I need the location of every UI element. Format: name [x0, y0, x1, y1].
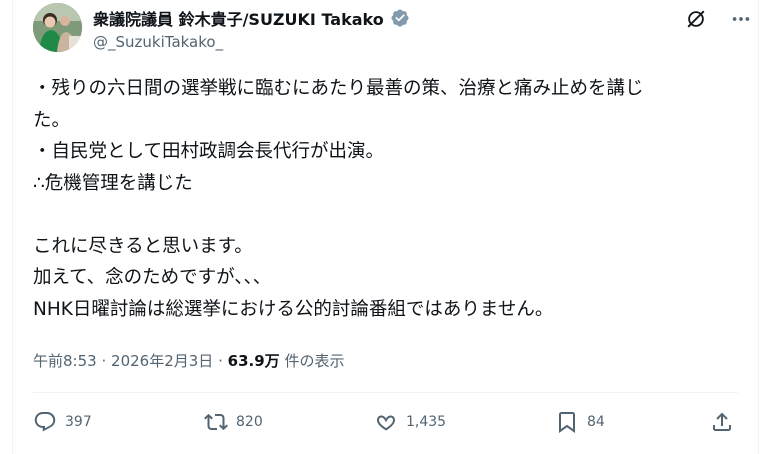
- reply-button[interactable]: 397: [33, 410, 92, 434]
- repost-button[interactable]: 820: [204, 410, 263, 434]
- repost-count: 820: [236, 414, 263, 430]
- post-line: 加えて、念のためですが、、、: [33, 267, 272, 288]
- verified-badge-icon: [391, 9, 409, 27]
- like-count: 1,435: [406, 414, 447, 430]
- meta-separator: ·: [101, 352, 107, 370]
- heart-icon: [377, 415, 395, 431]
- avatar[interactable]: [33, 3, 82, 52]
- repost-icon: [204, 413, 228, 431]
- reply-count: 397: [65, 414, 92, 430]
- post-line: ・自民党として田村政調会長代行が出演。: [33, 141, 384, 162]
- more-button[interactable]: [730, 8, 752, 30]
- share-button[interactable]: [710, 410, 734, 434]
- share-icon: [713, 412, 731, 431]
- post-line: ∴危機管理を講じた: [33, 172, 193, 194]
- author-display-name[interactable]: 衆議院議員 鈴木貴子/SUZUKI Takako: [93, 6, 384, 30]
- divider: [33, 392, 738, 393]
- author-handle[interactable]: @_SuzukiTakako_: [93, 33, 223, 51]
- reply-icon: [34, 412, 56, 432]
- author-name-row[interactable]: 衆議院議員 鈴木貴子/SUZUKI Takako: [93, 6, 410, 30]
- grok-icon: [687, 10, 705, 28]
- bookmark-count: 84: [587, 414, 605, 430]
- post-line: [33, 199, 748, 231]
- meta-separator: ·: [218, 352, 223, 370]
- views-count: 63.9万: [227, 352, 280, 370]
- post-line: ・残りの六日間の選挙戦に臨むにあたり最善の策、治療と痛み止めを講じ: [33, 78, 644, 99]
- grok-button[interactable]: [685, 8, 707, 30]
- like-button[interactable]: 1,435: [374, 410, 446, 434]
- avatar-photo: [33, 3, 82, 52]
- post-line: た。: [33, 109, 71, 131]
- tweet-card: 衆議院議員 鈴木貴子/SUZUKI Takako @_SuzukiTakako_…: [12, 0, 759, 454]
- post-meta: 午前8:53 · 2026年2月3日 · 63.9万 件の表示: [33, 350, 344, 371]
- action-bar: 397 820 1,435 84: [33, 410, 738, 446]
- post-text: ・残りの六日間の選挙戦に臨むにあたり最善の策、治療と痛み止めを講じ た。 ・自民…: [33, 73, 748, 325]
- bookmark-icon: [559, 412, 575, 433]
- bookmark-button[interactable]: 84: [555, 410, 605, 434]
- post-time[interactable]: 午前8:53: [33, 352, 97, 370]
- more-icon: [732, 17, 750, 21]
- post-date[interactable]: 2026年2月3日: [111, 352, 213, 370]
- views-label: 件の表示: [284, 352, 345, 370]
- post-line: これに尽きると思います。: [33, 235, 253, 257]
- post-line: NHK日曜討論は総選挙における公的討論番組ではありません。: [33, 298, 554, 320]
